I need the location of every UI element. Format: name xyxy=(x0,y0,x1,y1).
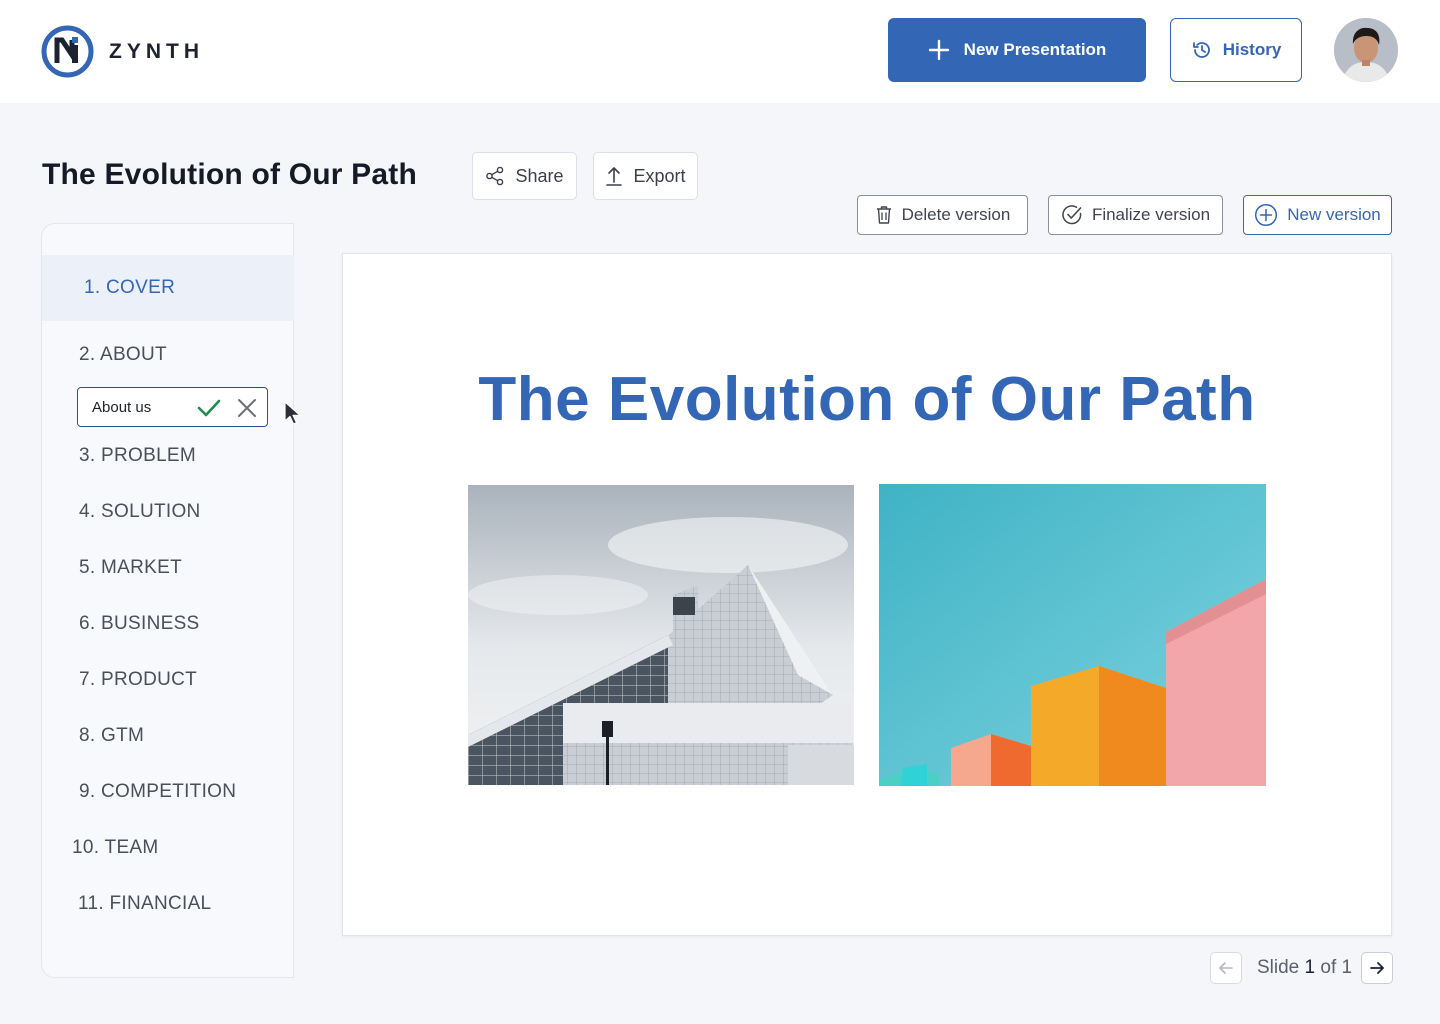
top-header: ZYNTH New Presentation History xyxy=(0,0,1440,103)
sidebar-item-label: 8. GTM xyxy=(79,725,145,746)
export-button[interactable]: Export xyxy=(593,152,698,200)
colorful-blocks-photo[interactable] xyxy=(879,484,1266,786)
share-icon xyxy=(486,166,504,186)
architecture-building-photo[interactable] xyxy=(468,485,854,785)
delete-version-label: Delete version xyxy=(901,205,1011,224)
cursor-icon xyxy=(284,401,301,425)
sidebar-item-label: 3. PROBLEM xyxy=(79,445,197,466)
history-icon xyxy=(1192,42,1210,58)
previous-slide-button[interactable] xyxy=(1210,952,1242,984)
rename-section-box xyxy=(77,387,268,427)
delete-version-button[interactable]: Delete version xyxy=(857,195,1028,235)
slide-counter-prefix: Slide xyxy=(1257,957,1300,978)
sidebar-item-label: 4. SOLUTION xyxy=(79,501,201,522)
logo[interactable]: ZYNTH xyxy=(41,25,204,78)
new-presentation-label: New Presentation xyxy=(963,40,1107,59)
new-version-label: New version xyxy=(1287,205,1381,224)
logo-icon xyxy=(41,25,94,78)
building-image xyxy=(468,485,854,785)
next-slide-button[interactable] xyxy=(1361,952,1393,984)
sidebar-item-business[interactable]: 6. BUSINESS xyxy=(42,613,294,635)
history-button[interactable]: History xyxy=(1170,18,1302,82)
slide-counter-current: 1 xyxy=(1304,957,1316,978)
share-button[interactable]: Share xyxy=(472,152,577,200)
slide-outline-sidebar: 1. COVER 2. ABOUT 3. PROBLEM 4. SOLUTION… xyxy=(41,223,294,978)
sidebar-item-product[interactable]: 7. PRODUCT xyxy=(42,669,294,691)
export-icon xyxy=(606,167,623,186)
new-presentation-button[interactable]: New Presentation xyxy=(888,18,1146,82)
sidebar-item-gtm[interactable]: 8. GTM xyxy=(42,725,294,747)
slide-canvas[interactable]: The Evolution of Our Path xyxy=(342,253,1392,936)
user-avatar-icon xyxy=(1334,18,1398,82)
sidebar-item-label: 11. FINANCIAL xyxy=(78,893,212,914)
plus-icon xyxy=(928,39,949,61)
plus-circle-icon xyxy=(1255,203,1278,227)
brand-name: ZYNTH xyxy=(109,39,204,63)
finalize-version-label: Finalize version xyxy=(1091,205,1211,224)
trash-icon xyxy=(876,206,891,224)
sidebar-item-label: 7. PRODUCT xyxy=(79,669,198,690)
share-label: Share xyxy=(515,165,564,186)
blocks-image xyxy=(879,484,1266,786)
sidebar-item-market[interactable]: 5. MARKET xyxy=(42,557,294,579)
slide-counter-total: 1 xyxy=(1341,957,1353,978)
sidebar-item-label: 5. MARKET xyxy=(79,557,182,578)
sidebar-item-competition[interactable]: 9. COMPETITION xyxy=(42,781,294,803)
sidebar-item-about[interactable]: 2. ABOUT xyxy=(42,344,294,366)
sidebar-item-financial[interactable]: 11. FINANCIAL xyxy=(42,893,294,915)
close-icon[interactable] xyxy=(236,397,258,419)
sidebar-item-label: 2. ABOUT xyxy=(79,344,167,365)
check-circle-icon xyxy=(1062,205,1082,225)
finalize-version-button[interactable]: Finalize version xyxy=(1048,195,1223,235)
sidebar-item-cover[interactable]: 1. COVER xyxy=(42,255,294,321)
new-version-button[interactable]: New version xyxy=(1243,195,1392,235)
sidebar-item-problem[interactable]: 3. PROBLEM xyxy=(42,445,294,467)
sidebar-item-label: 10. TEAM xyxy=(72,837,159,858)
export-label: Export xyxy=(633,165,686,186)
slide-counter-of: of xyxy=(1320,957,1337,978)
slide-counter: Slide 1 of 1 xyxy=(1257,957,1352,979)
slide-title[interactable]: The Evolution of Our Path xyxy=(343,364,1391,435)
check-icon[interactable] xyxy=(196,396,222,420)
rename-section-input[interactable] xyxy=(92,398,192,416)
page-title: The Evolution of Our Path xyxy=(42,158,417,191)
sidebar-item-label: 9. COMPETITION xyxy=(79,781,237,802)
arrow-right-icon xyxy=(1370,962,1384,974)
arrow-left-icon xyxy=(1219,962,1233,974)
avatar[interactable] xyxy=(1334,18,1398,82)
sidebar-item-team[interactable]: 10. TEAM xyxy=(42,837,294,859)
sidebar-item-solution[interactable]: 4. SOLUTION xyxy=(42,501,294,523)
sidebar-item-label: 1. COVER xyxy=(84,277,176,298)
sidebar-item-label: 6. BUSINESS xyxy=(79,613,200,634)
history-label: History xyxy=(1222,40,1282,59)
